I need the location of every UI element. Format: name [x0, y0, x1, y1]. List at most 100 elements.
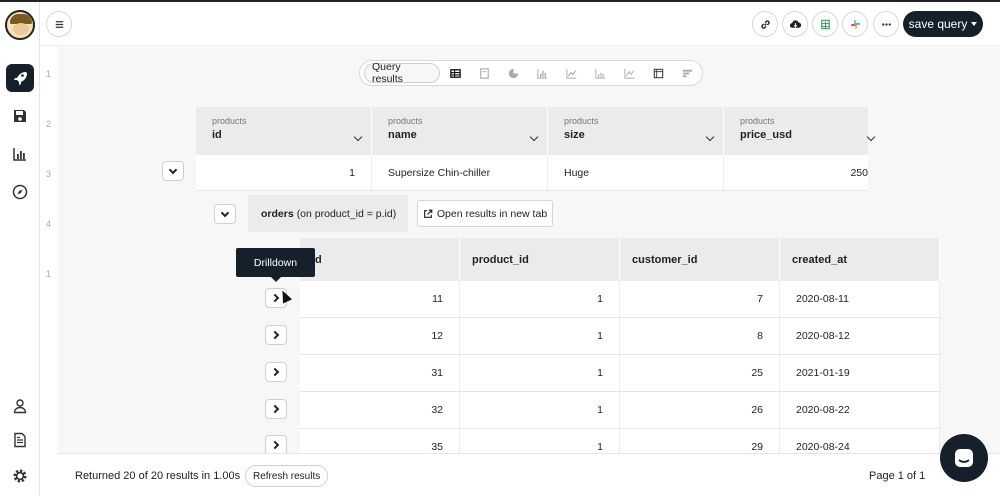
chat-icon [955, 449, 973, 467]
table-cell: 31 [300, 355, 460, 391]
bar-icon[interactable] [528, 63, 557, 83]
card-icon[interactable] [470, 63, 499, 83]
chat-button[interactable] [940, 434, 988, 482]
table-cell: 8 [620, 318, 780, 354]
table-cell: 1 [460, 355, 620, 391]
line-icon[interactable] [557, 63, 586, 83]
collapse-row-button[interactable] [162, 161, 184, 181]
table-name-label: products [740, 116, 775, 126]
table-row: 1 Supersize Chin-chiller Huge 250 [196, 155, 868, 191]
chevron-down-icon [971, 22, 978, 26]
table-cell: 1 [460, 392, 620, 428]
table-cell: 1 [460, 318, 620, 354]
orders-join-label: orders (on product_id = p.id) [248, 195, 408, 232]
column-header-product-id[interactable]: product_id [460, 238, 620, 281]
view-toolbar: Query results [359, 60, 703, 86]
drilldown-button[interactable] [265, 325, 287, 345]
table-cell: 2021-01-19 [780, 355, 940, 391]
open-in-new-tab-label: Open results in new tab [436, 207, 548, 220]
line-number-column: 1 2 3 4 1 [40, 55, 58, 455]
line-number: 4 [46, 219, 52, 229]
table-cell: 2020-08-22 [780, 392, 940, 428]
table-icon[interactable] [440, 63, 469, 83]
products-table: products id products name products size … [196, 107, 876, 191]
chart-icon[interactable] [6, 140, 34, 168]
column-header-price-usd[interactable]: products price_usd [724, 107, 884, 155]
table-cell: 2020-08-24 [780, 429, 940, 453]
table-cell: 1 [460, 429, 620, 453]
chevron-down-icon[interactable] [705, 132, 715, 142]
pivot-icon[interactable] [644, 63, 673, 83]
table-cell: 32 [300, 392, 460, 428]
table-cell: 25 [620, 355, 780, 391]
save-icon[interactable] [6, 102, 34, 130]
column-header-created-at[interactable]: created_at [780, 238, 940, 281]
gear-icon[interactable] [6, 462, 34, 490]
sheets-icon[interactable] [812, 11, 838, 37]
column-header-customer-id[interactable]: customer_id [620, 238, 780, 281]
table-cell: 26 [620, 392, 780, 428]
query-results-button[interactable]: Query results [364, 61, 441, 85]
table-row: 11 1 7 2020-08-11 [300, 281, 940, 318]
table-cell: 1 [196, 155, 372, 190]
table-cell: 35 [300, 429, 460, 453]
open-in-new-tab-button[interactable]: Open results in new tab [417, 200, 553, 227]
table-header: products id products name products size … [196, 107, 876, 155]
line-number: 2 [46, 119, 52, 129]
collapse-orders-button[interactable] [214, 204, 236, 224]
table-header: id product_id customer_id created_at [300, 238, 940, 281]
orders-table: id product_id customer_id created_at 11 … [300, 238, 940, 453]
column-header-name[interactable]: products name [372, 107, 548, 155]
funnel-icon[interactable] [673, 63, 702, 83]
rocket-icon[interactable] [6, 64, 34, 92]
column-name-label: id [212, 129, 222, 141]
area-icon[interactable] [615, 63, 644, 83]
user-icon[interactable] [6, 392, 34, 420]
stacked-bar-icon[interactable] [586, 63, 615, 83]
column-header-size[interactable]: products size [548, 107, 724, 155]
table-cell: 29 [620, 429, 780, 453]
table-cell: 1 [460, 281, 620, 317]
orders-title: orders [261, 207, 294, 220]
table-cell: 250 [850, 166, 868, 179]
refresh-results-button[interactable]: Refresh results [245, 465, 329, 487]
table-row: 31 1 25 2021-01-19 [300, 355, 940, 392]
pie-icon[interactable] [499, 63, 528, 83]
column-name-label: size [564, 129, 585, 141]
column-name-label: price_usd [740, 129, 792, 141]
cloud-download-icon[interactable] [782, 11, 808, 37]
results-summary: Returned 20 of 20 results in 1.00s [75, 470, 241, 482]
table-cell: 11 [300, 281, 460, 317]
table-row: 35 1 29 2020-08-24 [300, 429, 940, 453]
table-cell: Huge [548, 155, 724, 190]
slack-icon[interactable] [842, 11, 868, 37]
table-cell: 2020-08-12 [780, 318, 940, 354]
table-name-label: products [388, 116, 423, 126]
table-name-label: products [212, 116, 247, 126]
line-number: 3 [46, 169, 52, 179]
drilldown-button[interactable] [265, 399, 287, 419]
table-row: 32 1 26 2020-08-22 [300, 392, 940, 429]
external-link-icon [423, 209, 433, 218]
more-icon[interactable] [873, 11, 899, 37]
document-icon[interactable] [6, 426, 34, 454]
drilldown-button[interactable] [265, 435, 287, 453]
link-icon[interactable] [752, 11, 778, 37]
table-cell: 7 [620, 281, 780, 317]
column-header-id[interactable]: id [300, 238, 460, 281]
menu-icon[interactable] [46, 11, 72, 37]
page-indicator: Page 1 of 1 [869, 470, 926, 482]
chevron-down-icon[interactable] [529, 132, 539, 142]
compass-icon[interactable] [6, 178, 34, 206]
table-cell: 12 [300, 318, 460, 354]
chevron-down-icon[interactable] [353, 132, 363, 142]
drilldown-button[interactable] [265, 362, 287, 382]
save-query-button[interactable]: save query [903, 11, 983, 37]
logo[interactable] [5, 10, 35, 40]
chevron-down-icon[interactable] [866, 132, 876, 142]
table-row: 12 1 8 2020-08-12 [300, 318, 940, 355]
column-name-label: name [388, 129, 417, 141]
table-cell: 2020-08-11 [780, 281, 940, 317]
column-header-id[interactable]: products id [196, 107, 372, 155]
drilldown-tooltip: Drilldown [236, 248, 315, 282]
